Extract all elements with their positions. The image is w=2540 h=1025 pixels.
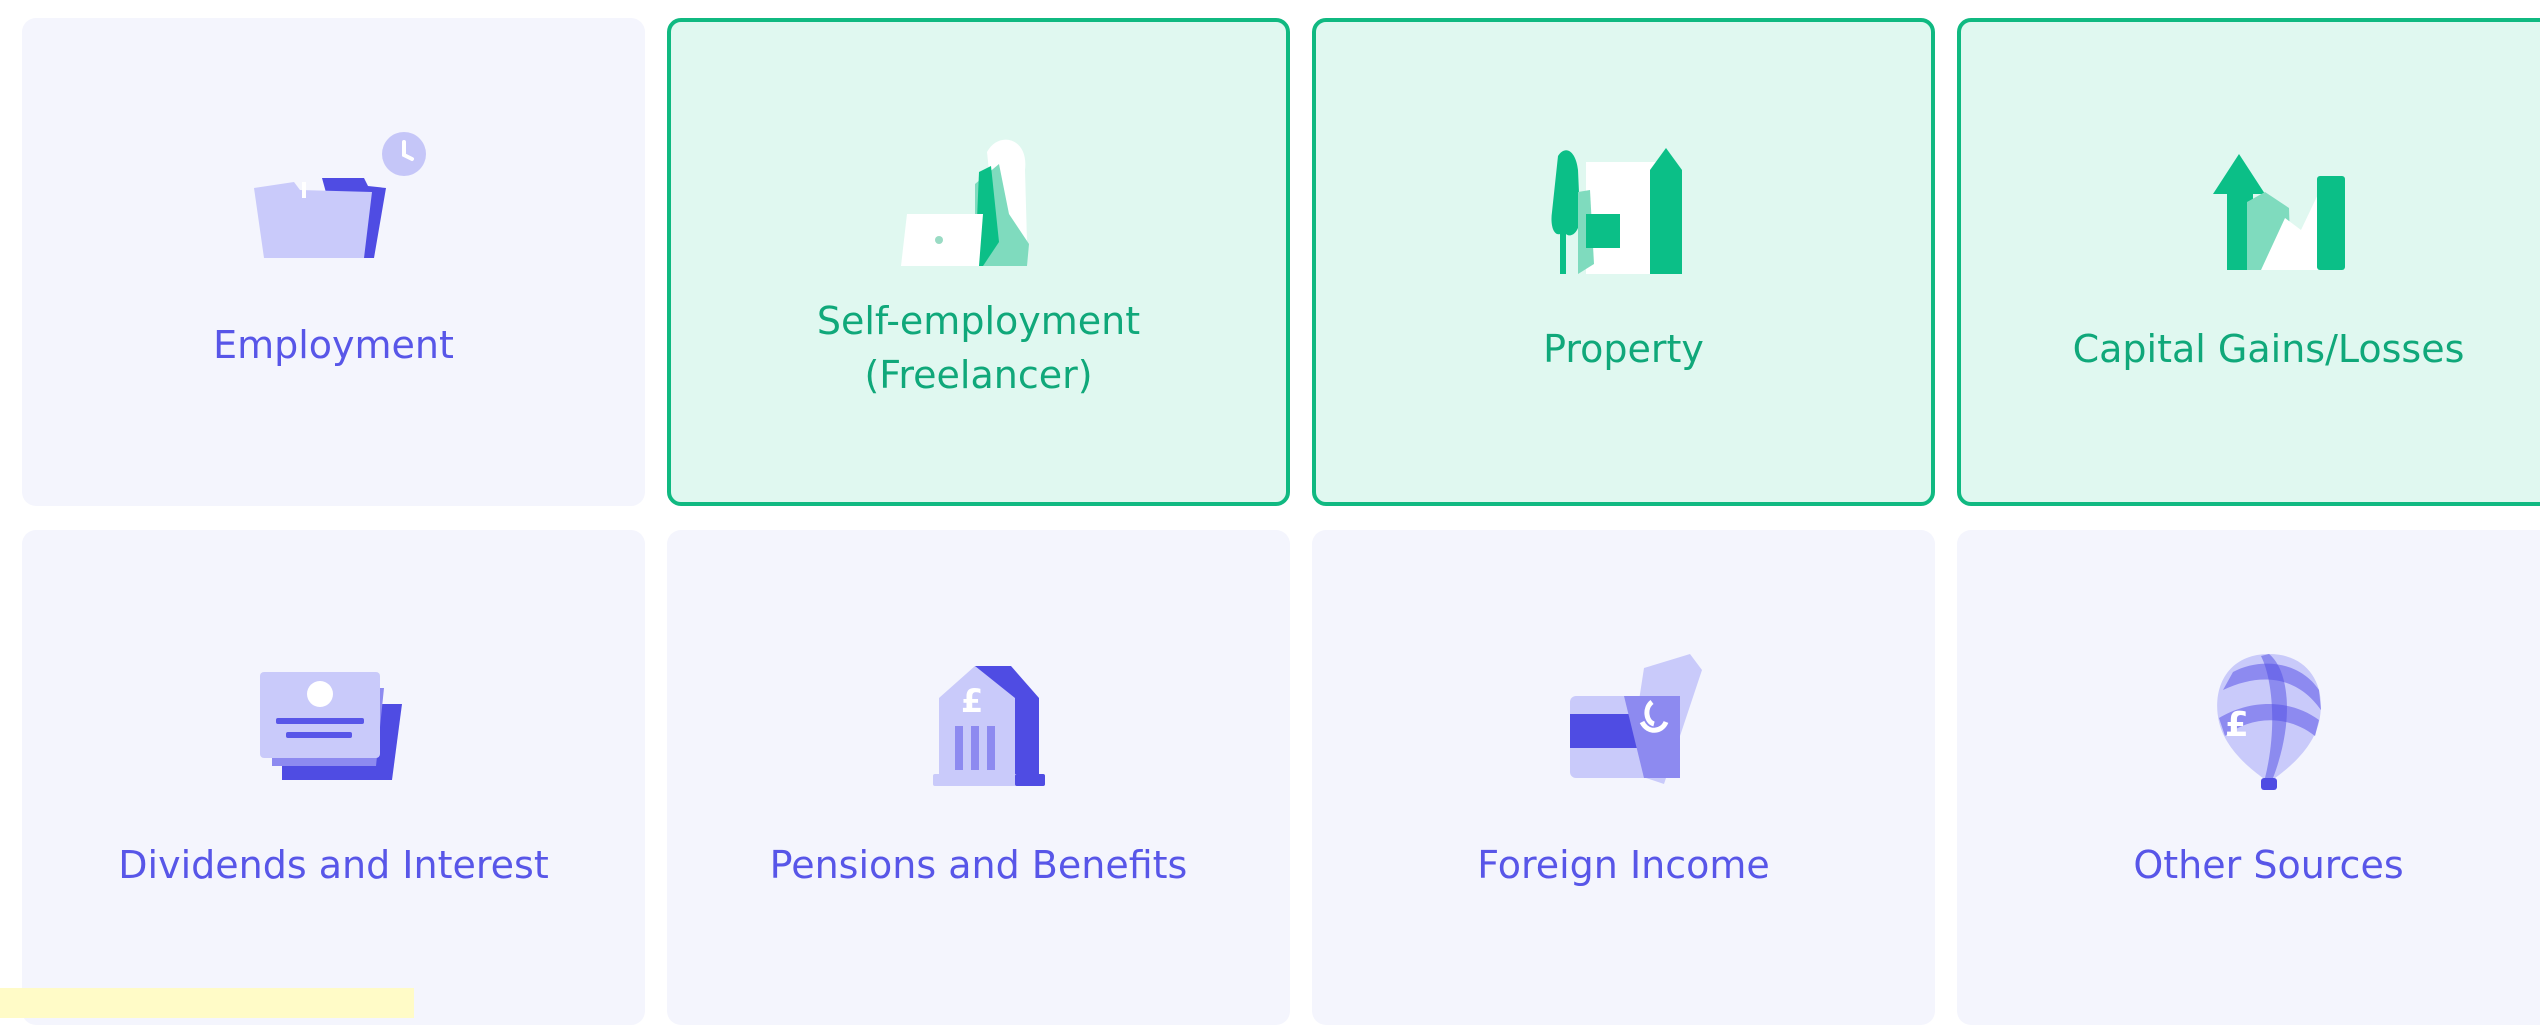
category-card-foreign-income[interactable]: Foreign Income	[1312, 530, 1935, 1025]
category-label: Property	[1543, 327, 1704, 371]
category-label: Employment	[213, 323, 454, 367]
category-card-dividends-interest[interactable]: Dividends and Interest	[22, 530, 645, 1025]
svg-text:£: £	[961, 682, 983, 720]
category-card-self-employment[interactable]: Self-employment (Freelancer)	[667, 18, 1290, 506]
folder-clock-icon	[253, 132, 426, 258]
category-label: Capital Gains/Losses	[2072, 327, 2465, 371]
category-card-property[interactable]: Property	[1312, 18, 1935, 506]
category-card-capital-gains[interactable]: Capital Gains/Losses	[1957, 18, 2540, 506]
income-category-grid: Employment Self-employment (Freelancer) …	[22, 18, 2540, 1025]
freelancer-laptop-icon	[900, 139, 1029, 266]
category-card-employment[interactable]: Employment	[22, 18, 645, 506]
category-card-other-sources[interactable]: £ Other Sources	[1957, 530, 2540, 1025]
highlight-strip	[0, 988, 414, 1018]
category-label: Foreign Income	[1477, 843, 1770, 887]
arrow-up-chart-icon	[2212, 154, 2345, 270]
house-tree-icon	[1550, 148, 1682, 274]
bank-pound-icon: £	[932, 666, 1045, 786]
balloon-pound-icon: £	[2216, 654, 2321, 790]
card-currency-icon	[1569, 654, 1702, 784]
category-card-pensions-benefits[interactable]: £ Pensions and Benefits	[667, 530, 1290, 1025]
svg-text:£: £	[2225, 705, 2249, 745]
category-label: Dividends and Interest	[118, 843, 549, 887]
stacked-cards-icon	[259, 672, 402, 780]
category-label: Other Sources	[2133, 843, 2404, 887]
category-label: Self-employment (Freelancer)	[816, 299, 1141, 397]
category-label: Pensions and Benefits	[769, 843, 1188, 887]
